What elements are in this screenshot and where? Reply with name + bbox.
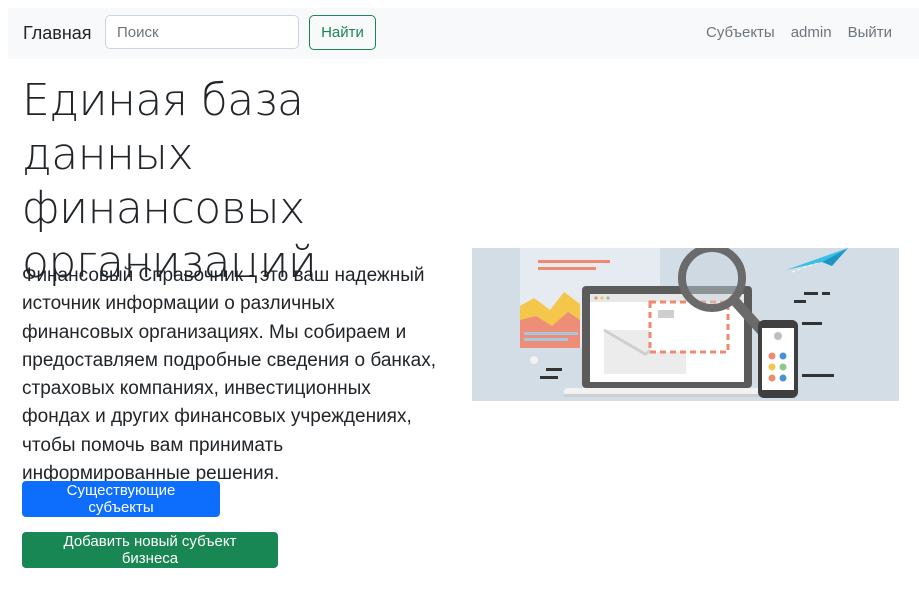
subjects-link[interactable]: Субъекты: [706, 24, 775, 42]
hero-description: Финансовый Справочник - это ваш надежный…: [22, 265, 436, 485]
user-link[interactable]: admin: [791, 24, 832, 42]
existing-subjects-button[interactable]: Существующие субъекты: [22, 481, 220, 517]
illustration-graphic: [472, 248, 899, 401]
search-button[interactable]: Найти: [309, 15, 376, 50]
home-link[interactable]: Главная: [23, 22, 92, 44]
navbar: Главная Найти Субъекты admin Выйти: [8, 8, 919, 59]
add-business-subject-button[interactable]: Добавить новый субъект бизнеса: [22, 532, 278, 568]
page-title: Единая база данных финансовых организаци…: [22, 75, 317, 288]
search-input[interactable]: [105, 15, 299, 49]
logout-link[interactable]: Выйти: [848, 24, 892, 42]
page: Главная Найти Субъекты admin Выйти Едина…: [0, 0, 919, 598]
hero-illustration: [472, 248, 899, 401]
nav-links: Субъекты admin Выйти: [706, 24, 892, 42]
